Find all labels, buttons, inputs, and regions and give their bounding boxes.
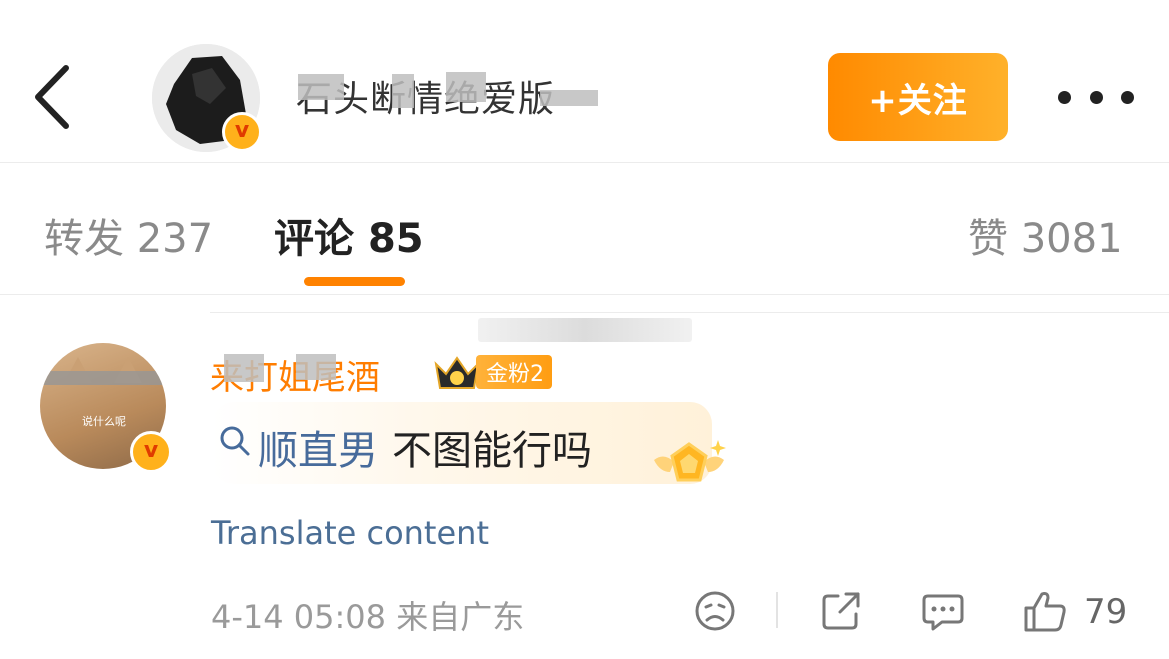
blur-mask — [298, 74, 344, 100]
divider — [210, 312, 1169, 313]
blur-mask — [478, 318, 692, 342]
back-button[interactable] — [28, 62, 78, 132]
comment-location: 来自广东 — [396, 598, 525, 636]
crown-icon — [434, 356, 480, 389]
avatar-caption: 说什么呢 — [82, 415, 126, 428]
tab-reposts[interactable]: 转发 237 — [44, 206, 213, 264]
more-dots-icon[interactable] — [1058, 82, 1134, 112]
follow-button[interactable]: +关注 — [828, 53, 1008, 141]
author-avatar[interactable]: v — [152, 44, 264, 152]
back-arrow-icon — [35, 65, 69, 129]
weibo-comment-page: v 石头断情绝爱版 +关注 转发 237 评论 85 赞 3081 说什么呢 v… — [0, 0, 1169, 659]
fan-level-badge: 金粉2 — [476, 355, 552, 389]
search-icon — [220, 426, 250, 456]
tab-count: 237 — [136, 216, 214, 262]
tab-count: 3081 — [1020, 216, 1123, 262]
search-topic-link[interactable]: 顺直男 — [258, 418, 378, 476]
active-tab-indicator — [304, 277, 405, 286]
tab-label: 评论 — [274, 216, 354, 262]
header: v 石头断情绝爱版 +关注 — [0, 0, 1169, 163]
comment-text: 不图能行吗 — [392, 428, 592, 474]
verified-badge-icon: v — [222, 112, 262, 152]
sad-face-icon[interactable] — [692, 588, 738, 634]
blur-mask — [224, 354, 264, 382]
blur-mask — [392, 74, 414, 108]
tab-bar: 转发 237 评论 85 赞 3081 — [0, 164, 1169, 295]
share-icon[interactable] — [818, 588, 864, 634]
commenter-avatar[interactable]: 说什么呢 v — [40, 343, 174, 473]
action-separator — [776, 592, 778, 628]
tab-label: 转发 — [44, 216, 124, 262]
tab-comments[interactable]: 评论 85 — [274, 206, 424, 264]
blur-mask — [446, 72, 486, 102]
like-count: 79 — [1084, 592, 1128, 632]
tab-likes[interactable]: 赞 3081 — [968, 206, 1123, 264]
blur-mask — [296, 354, 336, 380]
translate-link[interactable]: Translate content — [211, 514, 489, 552]
verified-badge-icon: v — [130, 431, 172, 473]
comment-icon[interactable] — [920, 588, 966, 634]
medal-icon — [654, 440, 726, 482]
like-icon[interactable] — [1022, 588, 1068, 634]
tab-label: 赞 — [968, 216, 1008, 262]
tab-count: 85 — [367, 216, 424, 262]
blur-mask — [40, 371, 166, 385]
comment-timestamp: 4-14 05:08 — [211, 598, 387, 636]
comment-meta: 4-14 05:08 来自广东 — [211, 592, 524, 638]
blur-mask — [540, 90, 598, 106]
